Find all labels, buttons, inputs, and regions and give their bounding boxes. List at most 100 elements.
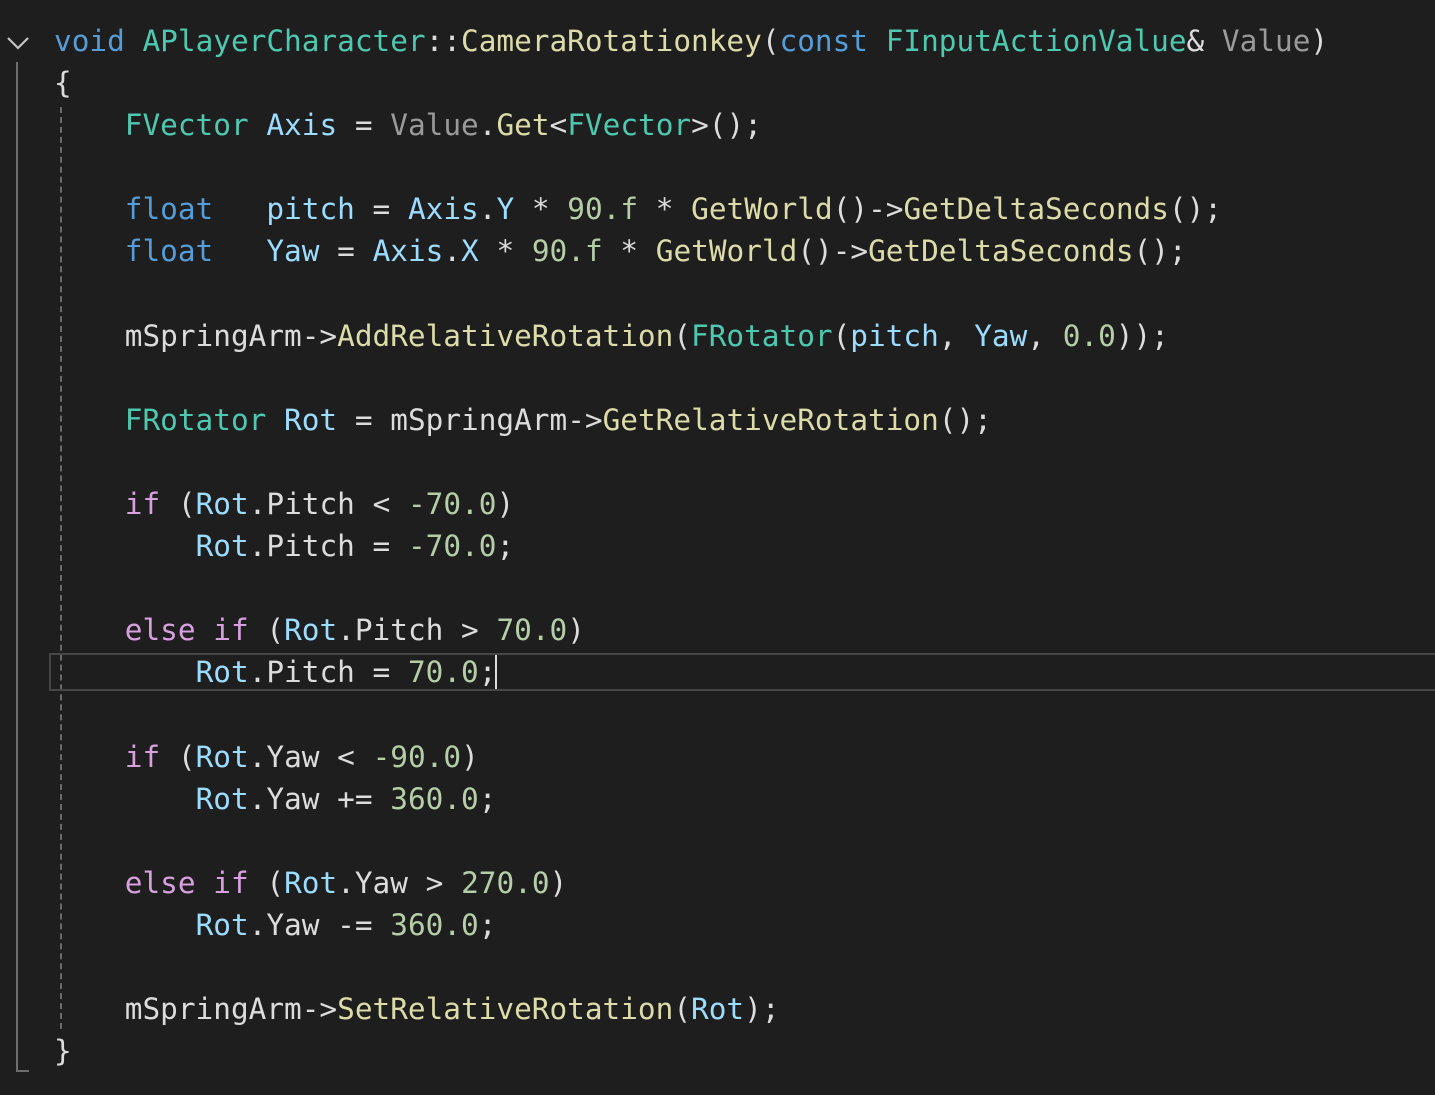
code-line[interactable]: mSpringArm->SetRelativeRotation(Rot);: [54, 988, 1328, 1030]
code-line[interactable]: float Yaw = Axis.X * 90.f * GetWorld()->…: [54, 230, 1328, 272]
code-token-punct: }: [54, 1034, 72, 1069]
code-line[interactable]: Rot.Pitch = -70.0;: [54, 525, 1328, 567]
code-line[interactable]: if (Rot.Pitch < -70.0): [54, 483, 1328, 525]
chevron-down-icon[interactable]: [6, 34, 30, 52]
code-line[interactable]: else if (Rot.Pitch > 70.0): [54, 609, 1328, 651]
code-token-variable: Rot: [195, 739, 249, 774]
code-token-punct: {: [54, 66, 72, 101]
code-line[interactable]: mSpringArm->AddRelativeRotation(FRotator…: [54, 315, 1328, 357]
code-line[interactable]: ​: [54, 273, 1328, 315]
code-token-variable: Rot: [195, 655, 249, 690]
code-token-punct: (: [266, 613, 285, 648]
code-token-variable: Yaw: [266, 234, 320, 269]
code-token-plain: Pitch: [266, 655, 355, 690]
code-token-punct: >: [461, 613, 479, 648]
code-token-punct: >: [425, 865, 444, 900]
code-token-punct: .: [478, 192, 497, 227]
code-token-number: 360.0: [390, 907, 479, 942]
code-token-punct: (: [761, 24, 780, 58]
code-line[interactable]: ​: [54, 357, 1328, 399]
code-token-punct: ();: [1168, 192, 1222, 227]
code-token-punct: (: [832, 318, 851, 353]
code-token-param: Value: [390, 108, 479, 143]
code-token-punct: ()->: [797, 234, 869, 269]
code-token-keyword: const: [779, 24, 868, 58]
code-line[interactable]: ​: [54, 694, 1328, 736]
code-token-punct: =: [337, 234, 355, 269]
code-token-punct: *: [496, 234, 515, 269]
code-token-punct: (: [266, 865, 285, 900]
code-token-punct: .: [478, 108, 497, 143]
code-token-punct: +=: [337, 781, 373, 816]
code-lines[interactable]: void APlayerCharacter::CameraRotationkey…: [54, 20, 1328, 1072]
code-token-variable: Rot: [195, 487, 249, 522]
code-token-punct: <: [549, 108, 568, 143]
code-line[interactable]: if (Rot.Yaw < -90.0): [54, 736, 1328, 778]
code-line[interactable]: Rot.Yaw += 360.0;: [54, 778, 1328, 820]
code-token-punct: (: [673, 992, 692, 1027]
code-token-punct: *: [531, 192, 550, 227]
code-token-plain: mSpringArm: [124, 992, 302, 1027]
text-cursor: [495, 655, 497, 689]
code-token-function: GetWorld: [691, 192, 833, 227]
code-line[interactable]: ​: [54, 441, 1328, 483]
code-line[interactable]: FRotator Rot = mSpringArm->GetRelativeRo…: [54, 399, 1328, 441]
code-line[interactable]: FVector Axis = Value.Get<FVector>();: [54, 104, 1328, 146]
code-line[interactable]: ​: [54, 946, 1328, 988]
code-token-punct: ): [1310, 24, 1329, 58]
code-token-punct: <: [372, 487, 391, 522]
code-line[interactable]: Rot.Pitch = 70.0;: [54, 651, 1328, 693]
code-line[interactable]: Rot.Yaw -= 360.0;: [54, 904, 1328, 946]
code-token-variable: Yaw: [974, 318, 1028, 353]
code-token-punct: (: [177, 739, 196, 774]
code-token-punct: >();: [691, 108, 762, 143]
code-editor[interactable]: void APlayerCharacter::CameraRotationkey…: [0, 0, 1435, 1095]
code-token-control: if: [124, 739, 161, 774]
code-token-plain: Pitch: [354, 613, 444, 648]
code-line[interactable]: ​: [54, 567, 1328, 609]
code-token-number: -70.0: [407, 529, 497, 564]
code-token-variable: Rot: [195, 529, 249, 564]
code-token-punct: ;: [478, 655, 497, 690]
code-token-punct: ::: [425, 24, 461, 58]
code-line[interactable]: else if (Rot.Yaw > 270.0): [54, 862, 1328, 904]
code-token-punct: .: [337, 865, 355, 900]
code-token-number: 360.0: [390, 781, 479, 816]
code-token-function: SetRelativeRotation: [337, 992, 674, 1027]
code-line[interactable]: void APlayerCharacter::CameraRotationkey…: [54, 20, 1328, 62]
code-token-punct: =: [354, 108, 373, 143]
code-token-punct: .: [248, 655, 267, 690]
code-line[interactable]: float pitch = Axis.Y * 90.f * GetWorld()…: [54, 188, 1328, 230]
code-token-control: else: [124, 613, 196, 648]
code-line[interactable]: {: [54, 62, 1328, 104]
code-token-function: Get: [496, 108, 550, 143]
code-line[interactable]: }: [54, 1030, 1328, 1072]
code-line[interactable]: ​: [54, 146, 1328, 188]
code-line[interactable]: ​: [54, 820, 1328, 862]
code-token-control: if: [124, 487, 161, 522]
